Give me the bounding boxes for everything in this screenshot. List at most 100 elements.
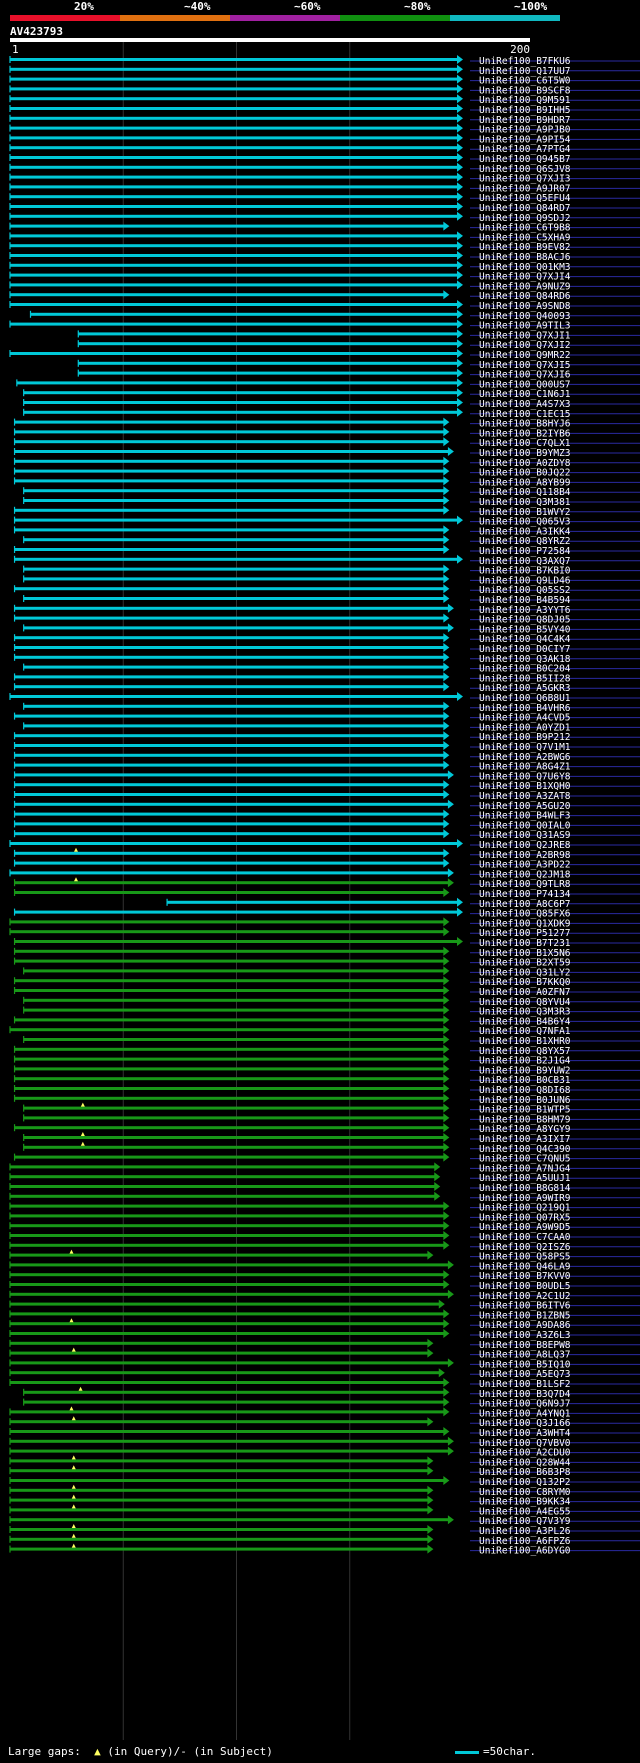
hit-arrow-icon (443, 780, 450, 790)
hit-arrow-icon (443, 956, 450, 966)
hit-arrow-icon (434, 1182, 441, 1191)
hit-bar (10, 224, 445, 228)
hit-arrow-icon (443, 731, 450, 741)
hit-bar (23, 499, 445, 502)
hit-arrow-icon (443, 672, 450, 682)
hit-arrow-icon (457, 280, 463, 290)
hit-arrow-icon (443, 545, 450, 554)
hit-arrow-icon (443, 1035, 450, 1044)
hit-arrow-icon (443, 1476, 450, 1485)
hit-bar (14, 1096, 445, 1100)
hit-arrow-icon (443, 976, 450, 986)
hit-arrow-icon (447, 868, 454, 878)
hit-arrow-icon (443, 809, 450, 819)
hit-bar (14, 606, 449, 610)
hit-arrow-icon (443, 1005, 450, 1015)
hit-arrow-icon (443, 564, 450, 574)
hit-bar (10, 175, 458, 179)
hit-bar (23, 969, 445, 973)
hit-bar (14, 548, 445, 551)
hit-bar (16, 381, 459, 385)
hit-arrow-icon (457, 143, 463, 153)
hit-arrow-icon (443, 633, 450, 643)
hit-bar (23, 998, 445, 1002)
hit-bar (10, 1518, 449, 1522)
hit-arrow-icon (443, 966, 450, 976)
hit-bar (14, 822, 445, 826)
hit-arrow-icon (443, 1152, 450, 1162)
hit-bar (23, 410, 458, 414)
hit-bar (14, 1057, 445, 1061)
hit-bar (14, 714, 445, 718)
hit-bar (10, 1263, 449, 1267)
hit-bar (14, 753, 445, 757)
hit-arrow-icon (434, 1191, 441, 1201)
hit-bar (14, 812, 445, 816)
hit-arrow-icon (447, 1358, 454, 1368)
hit-bar (10, 205, 458, 208)
hit-bar (10, 1488, 429, 1492)
gap-marker-icon (74, 877, 79, 882)
hit-arrow-icon (443, 1221, 450, 1231)
hit-bar (14, 832, 445, 836)
hit-bar (14, 440, 445, 444)
hit-bar (10, 1253, 429, 1257)
hit-arrow-icon (457, 133, 463, 143)
hit-bar (10, 1351, 429, 1355)
hit-bar (10, 283, 458, 287)
hit-bar (10, 254, 458, 257)
hit-arrow-icon (443, 535, 450, 545)
hit-arrow-icon (443, 437, 450, 447)
hit-arrow-icon (443, 848, 450, 858)
hit-arrow-icon (443, 486, 450, 496)
hit-bar (14, 1047, 445, 1051)
hit-bar (10, 185, 458, 189)
hit-bar (10, 293, 445, 297)
hit-bar (23, 1400, 445, 1404)
hit-arrow-icon (457, 398, 463, 407)
hit-arrow-icon (443, 711, 450, 721)
hit-bar (10, 1224, 445, 1228)
hit-arrow-icon (443, 760, 450, 770)
hit-bar (10, 1449, 449, 1453)
hit-arrow-icon (457, 554, 463, 564)
gap-marker-icon (69, 1249, 74, 1254)
hit-arrow-icon (443, 1054, 450, 1064)
hit-arrow-icon (443, 858, 450, 868)
hit-bar (23, 1038, 445, 1041)
hit-arrow-icon (457, 319, 463, 329)
hit-arrow-icon (447, 1289, 454, 1299)
hit-row[interactable]: UniRef100_A6DYG0 (9, 1543, 571, 1557)
hit-bar (23, 1106, 445, 1110)
hit-bar (23, 724, 445, 728)
hit-bar (14, 636, 445, 640)
hit-bar (23, 704, 445, 708)
hit-bar (23, 401, 458, 404)
hit-bar (14, 616, 445, 620)
hit-arrow-icon (443, 682, 450, 692)
hit-arrow-icon (443, 456, 450, 466)
hit-bar (14, 949, 445, 953)
hit-arrow-icon (443, 662, 450, 672)
hit-bar (10, 126, 458, 130)
hit-arrow-icon (443, 1123, 450, 1133)
hit-arrow-icon (447, 878, 454, 888)
hit-arrow-icon (427, 1466, 434, 1476)
hit-bar (14, 1126, 445, 1130)
hit-bar (14, 646, 445, 649)
hit-label[interactable]: UniRef100_A6DYG0 (479, 1546, 571, 1557)
hit-bar (14, 459, 445, 463)
hit-bar (30, 312, 459, 316)
hit-arrow-icon (443, 1319, 450, 1329)
hit-bar (10, 1537, 429, 1541)
hit-bar (14, 430, 445, 434)
hit-bar (23, 1145, 445, 1149)
hit-bar (14, 508, 445, 512)
hit-bar (14, 881, 449, 885)
hit-bar (10, 214, 458, 218)
hit-bar (14, 861, 445, 865)
hit-bar (14, 557, 458, 561)
hit-arrow-icon (434, 1162, 441, 1172)
hit-bar (14, 450, 449, 453)
hit-arrow-icon (443, 1387, 450, 1397)
